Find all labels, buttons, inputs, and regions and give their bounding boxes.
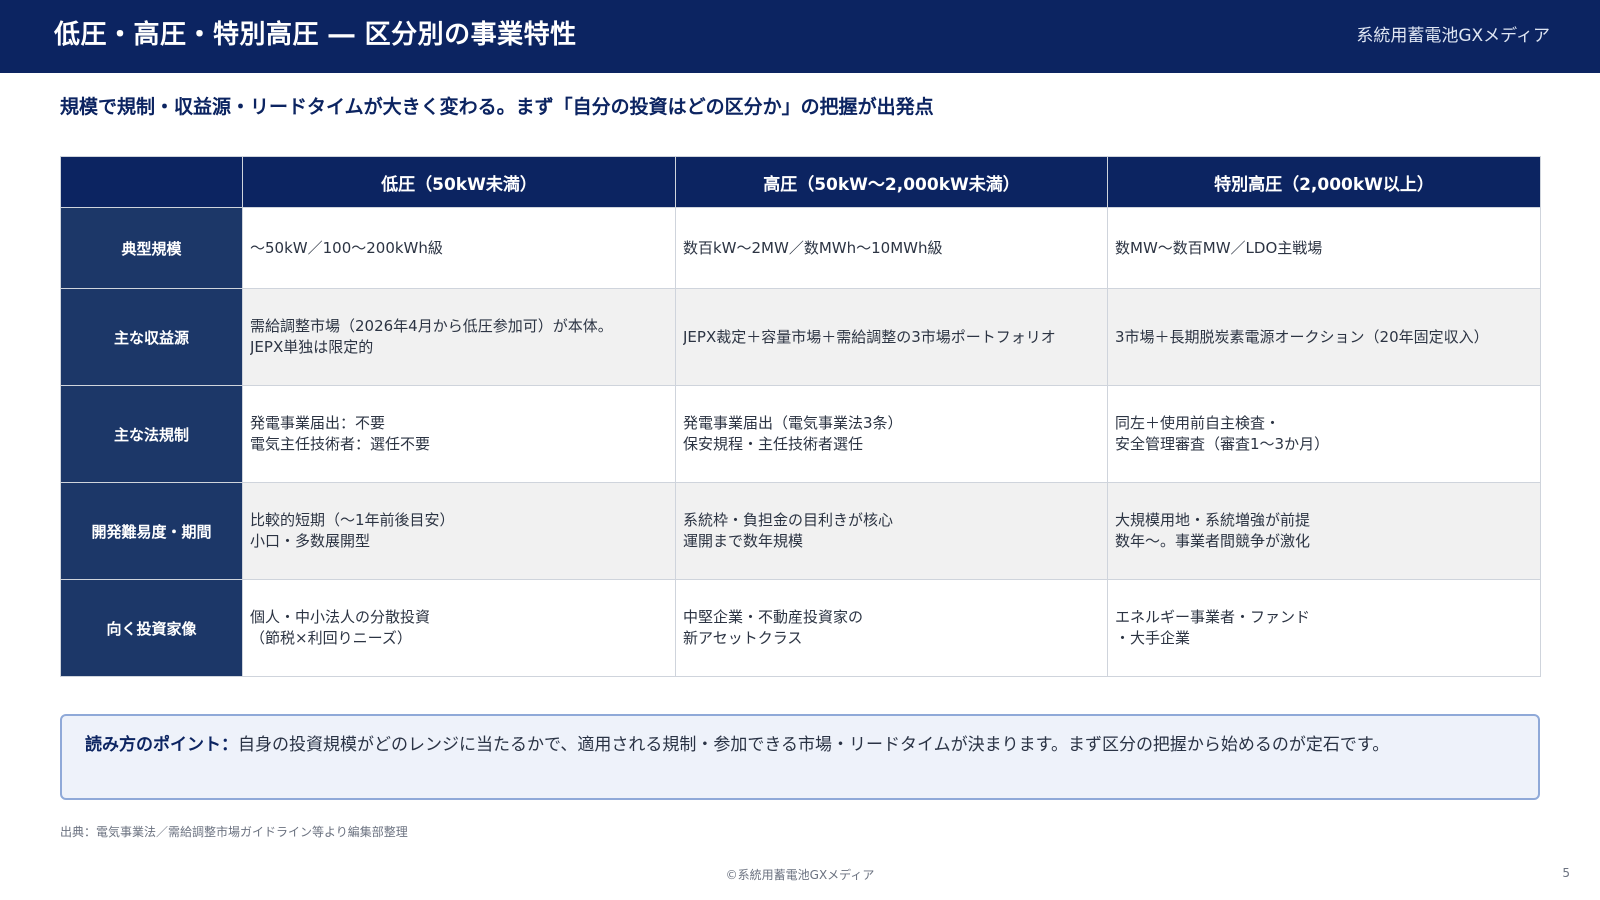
table-cell: 3市場＋長期脱炭素電源オークション（20年固定収入） <box>1107 288 1541 386</box>
table-row: 主な収益源 需給調整市場（2026年4月から低圧参加可）が本体。 JEPX単独は限定… <box>60 288 1541 386</box>
comparison-table: 低圧（50kW未満） 高圧（50kW〜2,000kW未満） 特別高圧（2,000… <box>60 156 1541 677</box>
cell-text-line: 運開まで数年規模 <box>683 532 804 550</box>
cell-text-line: 数MW〜数百MW／LDO主戦場 <box>1115 238 1323 257</box>
cell-text-line: 同左＋使用前自主検査・ <box>1115 414 1281 432</box>
column-header-low-voltage: 低圧（50kW未満） <box>242 156 676 208</box>
source-note: 出典：電気事業法／需給調整市場ガイドライン等より編集部整理 <box>60 825 408 839</box>
reading-tip-text: 自身の投資規模がどのレンジに当たるかで、適用される規制・参加できる市場・リードタ… <box>238 735 1390 755</box>
table-cell: 系統枠・負担金の目利きが核心 運開まで数年規模 <box>675 482 1108 580</box>
table-cell: 発電事業届出（電気事業法3条） 保安規程・主任技術者選任 <box>675 385 1108 483</box>
row-label: 主な法規制 <box>60 385 243 483</box>
cell-text-line: 3市場＋長期脱炭素電源オークション（20年固定収入） <box>1115 327 1489 346</box>
cell-text-line: 小口・多数展開型 <box>250 532 371 550</box>
column-header-extra-high-voltage: 特別高圧（2,000kW以上） <box>1107 156 1541 208</box>
cell-text-line: 個人・中小法人の分散投資 <box>250 608 431 626</box>
table-cell: 大規模用地・系統増強が前提 数年〜。事業者間競争が激化 <box>1107 482 1541 580</box>
row-label: 向く投資家像 <box>60 579 243 677</box>
table-cell: 数百kW〜2MW／数MWh〜10MWh級 <box>675 207 1108 289</box>
cell-text-line: 発電事業届出：不要 <box>250 414 386 432</box>
cell-text-line: 保安規程・主任技術者選任 <box>683 435 864 453</box>
reading-tip-box: 読み方のポイント：自身の投資規模がどのレンジに当たるかで、適用される規制・参加で… <box>60 714 1540 800</box>
cell-text-line: エネルギー事業者・ファンド <box>1115 608 1311 626</box>
page-number: 5 <box>1562 866 1570 880</box>
cell-text-line: 比較的短期（〜1年前後目安） <box>250 511 455 529</box>
table-cell: JEPX裁定＋容量市場＋需給調整の3市場ポートフォリオ <box>675 288 1108 386</box>
footer-copyright: ©系統用蓄電池GXメディア <box>725 868 875 882</box>
cell-text-line: 数年〜。事業者間競争が激化 <box>1115 532 1311 550</box>
table-cell: 発電事業届出：不要電気主任技術者：選任不要 <box>242 385 676 483</box>
table-row: 開発難易度・期間 比較的短期（〜1年前後目安） 小口・多数展開型 系統枠・負担金の目利… <box>60 482 1541 580</box>
table-row: 向く投資家像 個人・中小法人の分散投資 （節税×利回りニーズ） 中堅企業・不動産投資家… <box>60 579 1541 677</box>
cell-text-line: 発電事業届出（電気事業法3条） <box>683 414 903 432</box>
cell-text-line: 電気主任技術者：選任不要 <box>250 435 431 453</box>
row-label: 典型規模 <box>60 207 243 289</box>
table-cell: 数MW〜数百MW／LDO主戦場 <box>1107 207 1541 289</box>
page-title: 低圧・高圧・特別高圧 ― 区分別の事業特性 <box>54 20 577 50</box>
table-header-corner <box>60 156 243 208</box>
column-header-high-voltage: 高圧（50kW〜2,000kW未満） <box>675 156 1108 208</box>
row-label: 主な収益源 <box>60 288 243 386</box>
cell-text-line: 〜50kW／100〜200kWh級 <box>250 238 443 257</box>
cell-text-line: 安全管理審査（審査1〜3か月） <box>1115 435 1330 453</box>
reading-tip-label: 読み方のポイント： <box>85 735 238 755</box>
cell-text-line: ・大手企業 <box>1115 629 1191 647</box>
page-subtitle: 規模で規制・収益源・リードタイムが大きく変わる。まず「自分の投資はどの区分か」の… <box>60 96 934 118</box>
cell-text-line: 需給調整市場（2026年4月から低圧参加可）が本体。 <box>250 317 613 335</box>
table-cell: 比較的短期（〜1年前後目安） 小口・多数展開型 <box>242 482 676 580</box>
cell-text-line: 系統枠・負担金の目利きが核心 <box>683 511 894 529</box>
cell-text-line: 大規模用地・系統増強が前提 <box>1115 511 1311 529</box>
cell-text-line: 新アセットクラス <box>683 629 803 647</box>
row-label: 開発難易度・期間 <box>60 482 243 580</box>
table-row: 主な法規制 発電事業届出：不要 電気主任技術者：選任不要 発電事業届出（電気事業法3条… <box>60 385 1541 483</box>
cell-text-line: JEPX単独は限定的 <box>250 338 374 356</box>
cell-text-line: 中堅企業・不動産投資家の <box>683 608 864 626</box>
table-cell: 同左＋使用前自主検査・安全管理審査（審査1〜3か月） <box>1107 385 1541 483</box>
table-cell: エネルギー事業者・ファンド ・大手企業 <box>1107 579 1541 677</box>
header-bar: 低圧・高圧・特別高圧 ― 区分別の事業特性 系統用蓄電池GXメディア <box>0 0 1600 73</box>
cell-text-line: 数百kW〜2MW／数MWh〜10MWh級 <box>683 238 943 257</box>
cell-text-line: （節税×利回りニーズ） <box>250 629 412 647</box>
header-brand: 系統用蓄電池GXメディア <box>1356 26 1550 46</box>
table-row: 典型規模 〜50kW／100〜200kWh級 数百kW〜2MW／数MWh〜10MWh… <box>60 207 1541 289</box>
table-cell: 個人・中小法人の分散投資 （節税×利回りニーズ） <box>242 579 676 677</box>
table-cell: 中堅企業・不動産投資家の 新アセットクラス <box>675 579 1108 677</box>
table-header-row: 低圧（50kW未満） 高圧（50kW〜2,000kW未満） 特別高圧（2,000… <box>60 156 1541 208</box>
table-cell: 需給調整市場（2026年4月から低圧参加可）が本体。 JEPX単独は限定的 <box>242 288 676 386</box>
cell-text-line: JEPX裁定＋容量市場＋需給調整の3市場ポートフォリオ <box>683 327 1056 346</box>
table-cell: 〜50kW／100〜200kWh級 <box>242 207 676 289</box>
